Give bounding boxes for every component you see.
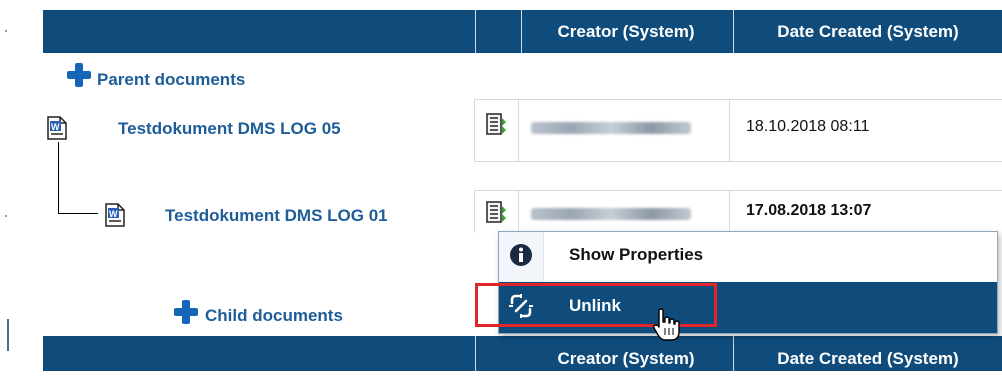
svg-text:W: W <box>109 209 118 219</box>
column-header-creator[interactable]: Creator (System) <box>522 336 730 371</box>
child-documents-link[interactable]: Child documents <box>205 306 343 326</box>
header-separator <box>475 336 476 371</box>
table-header: Creator (System) Date Created (System) <box>43 10 1002 53</box>
word-document-icon[interactable]: W <box>105 203 125 227</box>
edge-mark <box>5 30 7 32</box>
edge-mark <box>5 215 7 217</box>
header-separator <box>475 10 476 53</box>
creator-redacted <box>531 208 691 220</box>
date-created-value: 17.08.2018 13:07 <box>746 202 872 219</box>
tree-connector <box>58 213 98 214</box>
hierarchy-icon[interactable] <box>485 200 507 224</box>
table-header: Creator (System) Date Created (System) <box>43 336 1002 371</box>
tree-connector <box>58 142 59 214</box>
column-header-date-created[interactable]: Date Created (System) <box>734 336 1002 371</box>
hierarchy-icon[interactable] <box>485 112 507 136</box>
column-header-date-created[interactable]: Date Created (System) <box>734 10 1002 53</box>
hand-cursor-icon <box>653 308 680 341</box>
menu-item-show-properties[interactable]: Show Properties <box>499 232 997 282</box>
svg-text:W: W <box>51 122 60 132</box>
word-document-icon[interactable]: W <box>47 116 67 140</box>
date-created-value: 18.10.2018 08:11 <box>746 118 870 135</box>
creator-redacted <box>531 122 691 134</box>
expand-parent-icon[interactable] <box>67 63 91 87</box>
column-header-creator[interactable]: Creator (System) <box>522 10 730 53</box>
parent-documents-link[interactable]: Parent documents <box>97 70 245 90</box>
menu-item-label: Show Properties <box>569 245 704 264</box>
highlight-box <box>475 283 717 327</box>
document-link[interactable]: Testdokument DMS LOG 05 <box>118 119 341 139</box>
info-icon <box>510 244 532 266</box>
expand-child-icon[interactable] <box>174 300 198 324</box>
edge-mark <box>7 319 9 351</box>
document-link[interactable]: Testdokument DMS LOG 01 <box>165 206 388 226</box>
